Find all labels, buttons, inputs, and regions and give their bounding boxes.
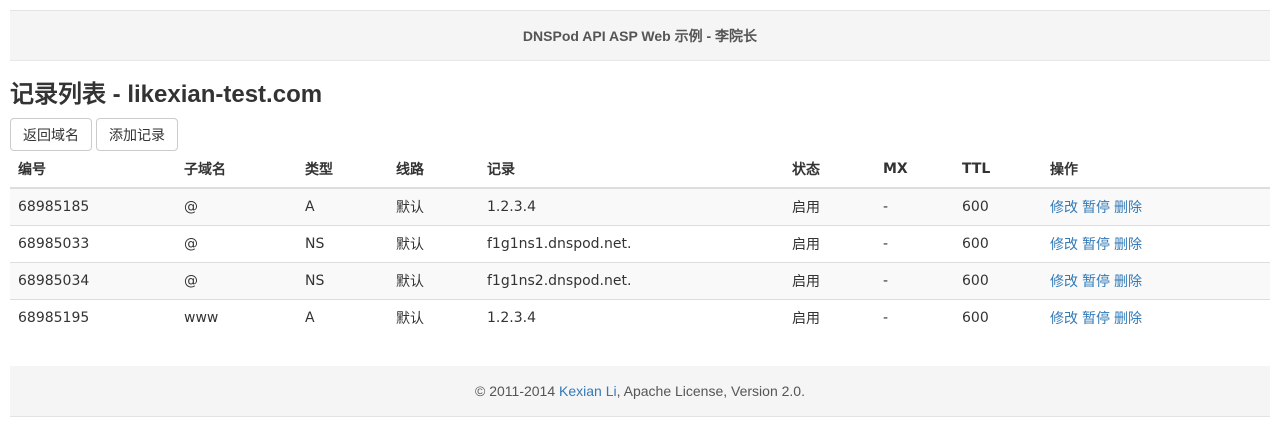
record-id: 68985185 <box>10 188 176 225</box>
table-row: 68985033 @ NS 默认 f1g1ns1.dnspod.net. 启用 … <box>10 224 1270 262</box>
table-row: 68985034 @ NS 默认 f1g1ns2.dnspod.net. 启用 … <box>10 261 1270 299</box>
footer-bar: © 2011-2014 Kexian Li, Apache License, V… <box>10 366 1270 417</box>
record-line: 默认 <box>388 188 479 225</box>
edit-link[interactable]: 修改 <box>1050 311 1078 327</box>
record-value: 1.2.3.4 <box>479 298 784 336</box>
pause-link[interactable]: 暂停 <box>1082 237 1110 253</box>
record-type: A <box>297 188 388 225</box>
record-value: 1.2.3.4 <box>479 188 784 225</box>
footer-copyright: © 2011-2014 <box>475 383 556 399</box>
record-subdomain: @ <box>176 261 297 299</box>
column-header-subdomain: 子域名 <box>176 151 297 189</box>
column-header-line: 线路 <box>388 151 479 189</box>
back-to-domains-button[interactable]: 返回域名 <box>10 118 92 151</box>
record-line: 默认 <box>388 298 479 336</box>
record-subdomain: @ <box>176 188 297 225</box>
column-header-actions: 操作 <box>1042 151 1270 189</box>
record-type: A <box>297 298 388 336</box>
delete-link[interactable]: 删除 <box>1114 200 1142 216</box>
record-status: 启用 <box>784 298 875 336</box>
toolbar: 返回域名 添加记录 <box>10 118 178 151</box>
record-value: f1g1ns1.dnspod.net. <box>479 224 784 262</box>
record-status: 启用 <box>784 224 875 262</box>
record-status: 启用 <box>784 261 875 299</box>
record-mx: - <box>875 188 954 225</box>
record-type: NS <box>297 224 388 262</box>
table-row: 68985185 @ A 默认 1.2.3.4 启用 - 600 修改 暂停 删除 <box>10 188 1270 225</box>
edit-link[interactable]: 修改 <box>1050 237 1078 253</box>
delete-link[interactable]: 删除 <box>1114 237 1142 253</box>
record-subdomain: @ <box>176 224 297 262</box>
add-record-button[interactable]: 添加记录 <box>96 118 178 151</box>
table-row: 68985195 www A 默认 1.2.3.4 启用 - 600 修改 暂停删… <box>10 298 1270 336</box>
record-status: 启用 <box>784 188 875 225</box>
header-bar: DNSPod API ASP Web 示例 - 李院长 <box>10 10 1270 61</box>
record-actions: 修改 暂停 删除 <box>1042 188 1270 225</box>
record-actions: 修改 暂停 删除 <box>1042 261 1270 299</box>
record-type: NS <box>297 261 388 299</box>
delete-link[interactable]: 删除 <box>1114 311 1142 327</box>
record-subdomain: www <box>176 298 297 336</box>
column-header-status: 状态 <box>784 151 875 189</box>
record-value: f1g1ns2.dnspod.net. <box>479 261 784 299</box>
record-actions: 修改 暂停 删除 <box>1042 224 1270 262</box>
page-title: 记录列表 - likexian-test.com <box>10 81 323 108</box>
record-mx: - <box>875 298 954 336</box>
record-ttl: 600 <box>954 188 1042 225</box>
column-header-mx: MX <box>875 151 954 189</box>
record-line: 默认 <box>388 224 479 262</box>
edit-link[interactable]: 修改 <box>1050 274 1078 290</box>
record-id: 68985195 <box>10 298 176 336</box>
pause-link[interactable]: 暂停 <box>1082 274 1110 290</box>
record-id: 68985034 <box>10 261 176 299</box>
header-title: DNSPod API ASP Web 示例 - 李院长 <box>522 27 758 44</box>
pause-link[interactable]: 暂停 <box>1082 200 1110 216</box>
record-ttl: 600 <box>954 261 1042 299</box>
record-actions: 修改 暂停 删除 <box>1042 298 1270 336</box>
record-id: 68985033 <box>10 224 176 262</box>
edit-link[interactable]: 修改 <box>1050 200 1078 216</box>
column-header-id: 编号 <box>10 151 176 189</box>
table-header-row: 编号 子域名 类型 线路 记录 状态 MX TTL 操作 <box>10 151 1270 189</box>
author-link[interactable]: Kexian Li <box>559 383 617 399</box>
record-ttl: 600 <box>954 298 1042 336</box>
record-mx: - <box>875 261 954 299</box>
records-table: 编号 子域名 类型 线路 记录 状态 MX TTL 操作 68985185 @ … <box>10 151 1270 336</box>
record-line: 默认 <box>388 261 479 299</box>
footer-license: , Apache License, Version 2.0. <box>616 383 805 399</box>
delete-link[interactable]: 删除 <box>1114 274 1142 290</box>
column-header-type: 类型 <box>297 151 388 189</box>
record-mx: - <box>875 224 954 262</box>
column-header-ttl: TTL <box>954 151 1042 189</box>
pause-link[interactable]: 暂停 <box>1082 311 1110 327</box>
record-ttl: 600 <box>954 224 1042 262</box>
column-header-value: 记录 <box>479 151 784 189</box>
